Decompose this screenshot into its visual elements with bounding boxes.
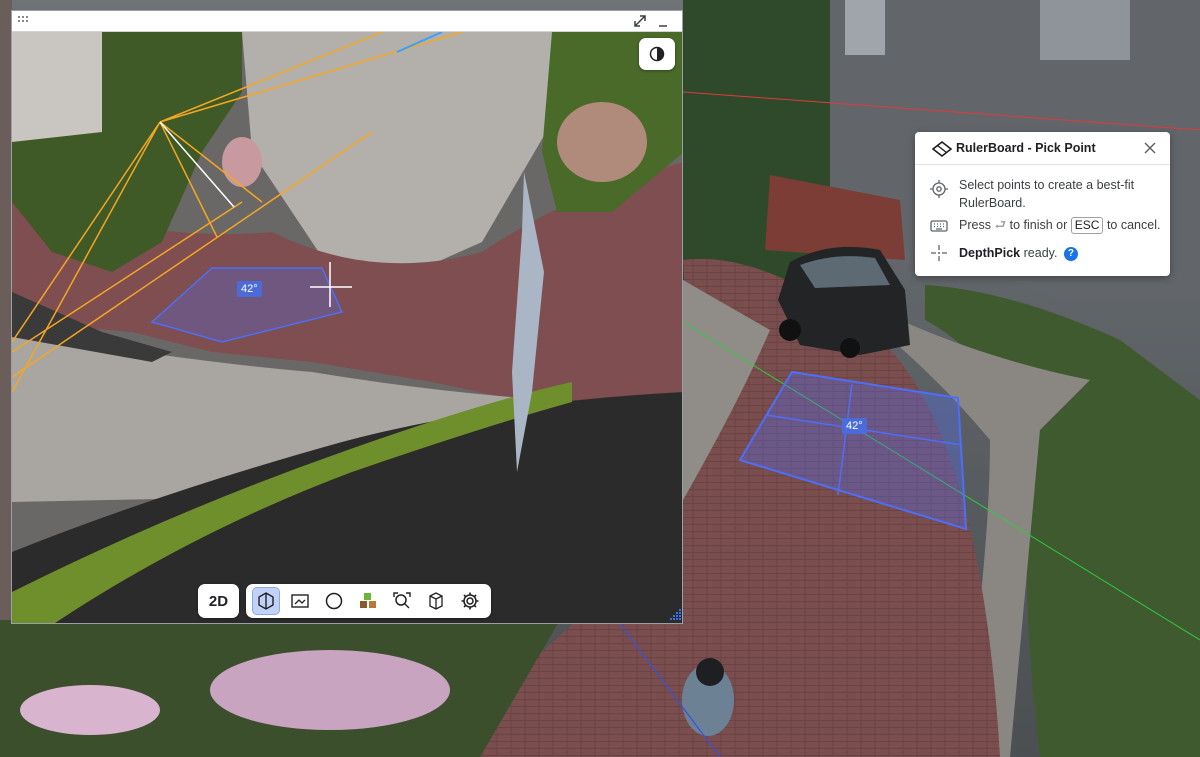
contrast-toggle-button[interactable]: [639, 38, 675, 70]
expand-icon[interactable]: [632, 13, 648, 29]
tool-cubes[interactable]: [354, 587, 382, 615]
sphere-icon: [325, 592, 343, 610]
dialog-header: RulerBoard - Pick Point: [915, 132, 1170, 165]
point-cloud-3d-view[interactable]: [12, 32, 683, 624]
resize-grip-icon[interactable]: [667, 607, 683, 623]
main-angle-label: 42°: [842, 418, 867, 434]
tool-sphere[interactable]: [320, 587, 348, 615]
close-icon[interactable]: [1143, 141, 1157, 155]
dialog-title: RulerBoard - Pick Point: [956, 141, 1096, 155]
measure-box-icon: [429, 592, 443, 610]
depthpick-crosshair-icon: [931, 245, 947, 261]
esc-key: ESC: [1070, 217, 1104, 234]
target-icon: [930, 180, 948, 198]
3d-box-icon: [258, 592, 274, 610]
mini-angle-label: 42°: [237, 281, 262, 297]
rulerboard-dialog: RulerBoard - Pick Point Select points to…: [915, 132, 1170, 276]
tool-camera-view[interactable]: [286, 587, 314, 615]
panel-title-bar[interactable]: [12, 11, 682, 32]
depthpick-status: DepthPick ready. ?: [959, 244, 1078, 262]
settings-icon: [461, 592, 479, 610]
mini-3d-view-panel[interactable]: 42° 2D: [11, 10, 683, 624]
keyboard-icon: [930, 220, 948, 232]
instruction-keys: Press ⮐ to finish or ESC to cancel.: [959, 217, 1161, 234]
minimize-icon[interactable]: [656, 13, 670, 29]
mode-2d-button[interactable]: 2D: [198, 584, 239, 618]
rulerboard-logo-icon: [932, 141, 952, 157]
tool-measure-box[interactable]: [422, 587, 450, 615]
enter-key-icon: ⮐: [994, 217, 1007, 232]
zoom-search-icon: [393, 592, 411, 609]
view-toolbar: [246, 584, 491, 618]
tool-zoom-search[interactable]: [388, 587, 416, 615]
instruction-select-points: Select points to create a best-fit Ruler…: [959, 178, 1135, 210]
camera-view-icon: [291, 594, 309, 608]
tool-settings[interactable]: [456, 587, 484, 615]
tool-3d-box[interactable]: [252, 587, 280, 615]
help-icon[interactable]: ?: [1063, 247, 1078, 261]
cubes-icon: [360, 593, 376, 608]
contrast-icon: [649, 46, 665, 62]
drag-grid-icon[interactable]: [18, 16, 30, 26]
